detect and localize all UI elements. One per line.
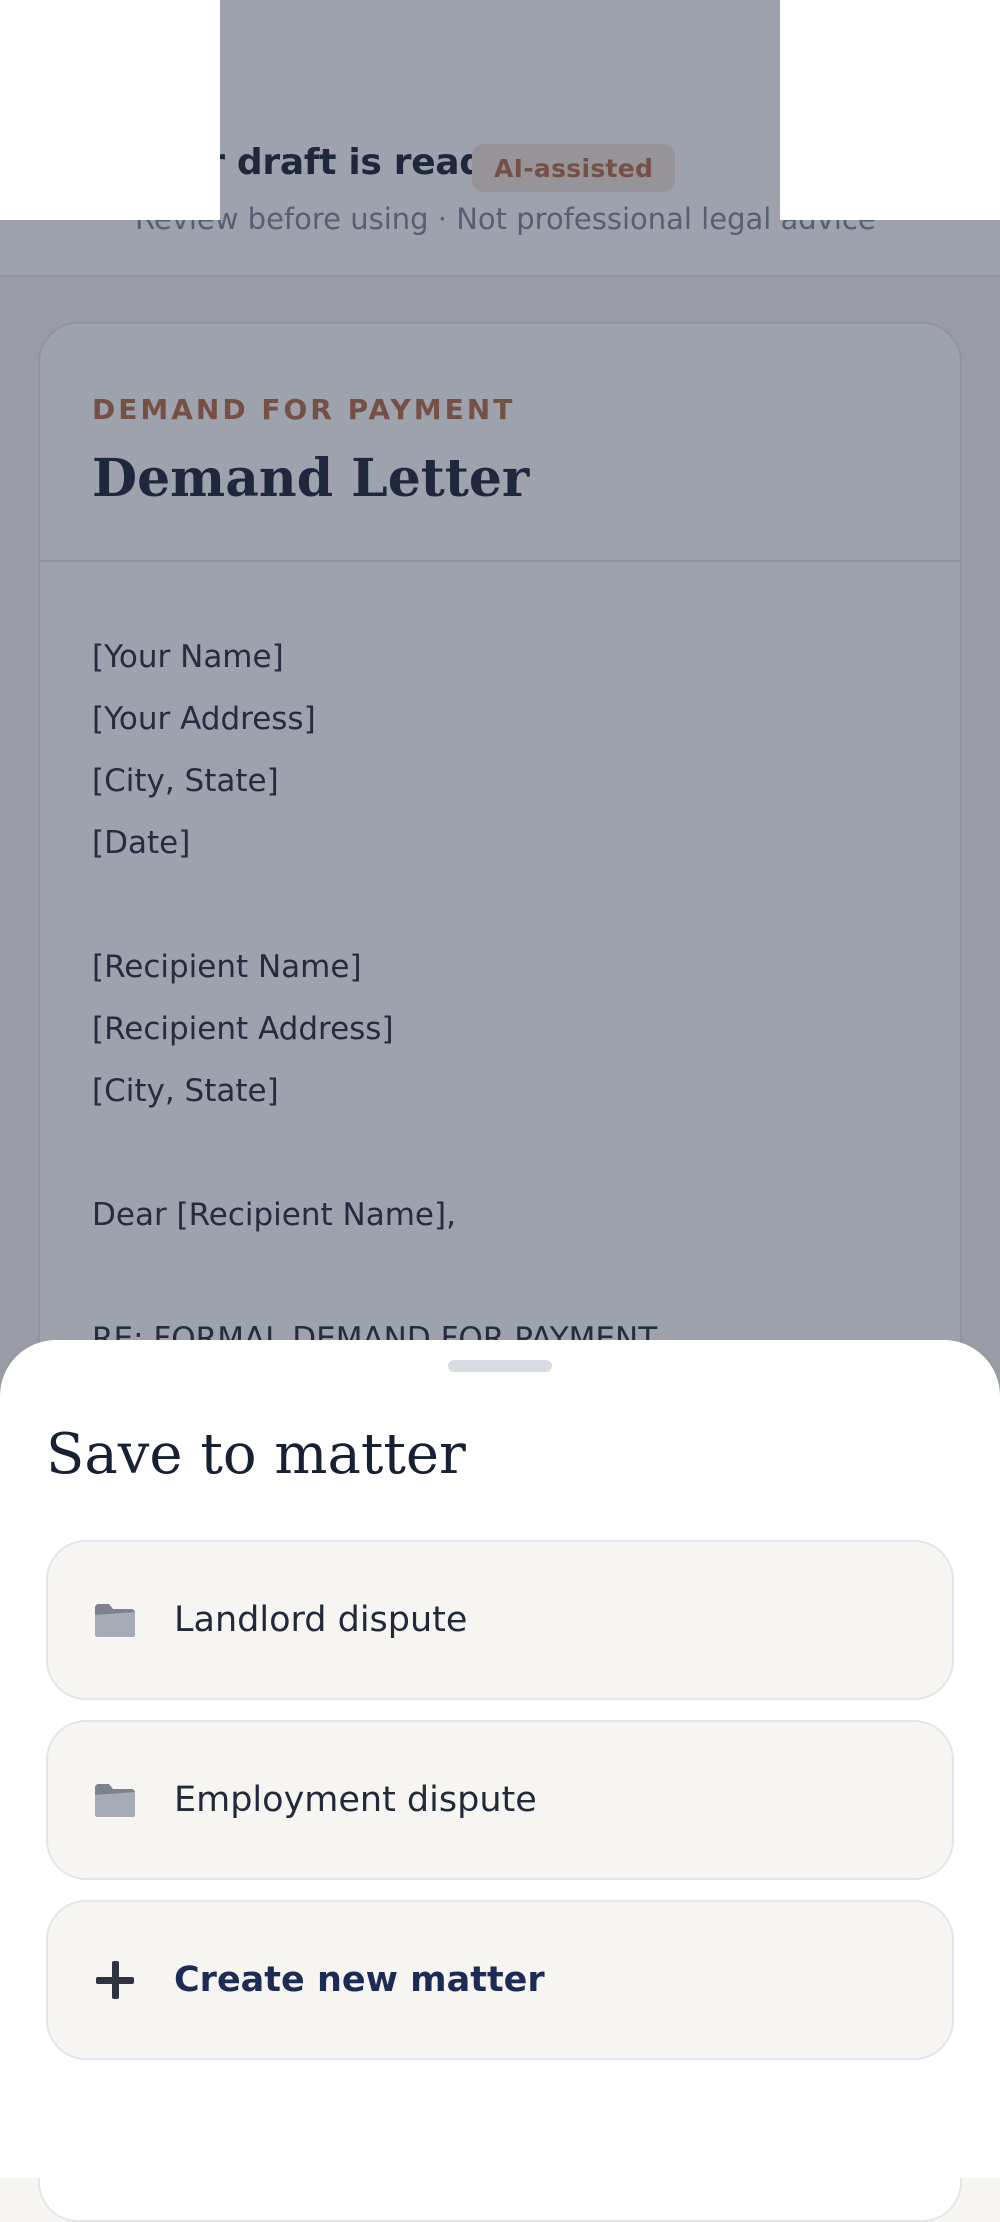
save-to-matter-sheet: Save to matter Landlord dispute Employme… xyxy=(0,1340,1000,2178)
folder-icon xyxy=(92,1780,138,1820)
sheet-title: Save to matter xyxy=(46,1422,466,1487)
matter-option-landlord[interactable]: Landlord dispute xyxy=(46,1540,954,1700)
create-new-matter-button[interactable]: Create new matter xyxy=(46,1900,954,2060)
matter-option-employment[interactable]: Employment dispute xyxy=(46,1720,954,1880)
matter-option-label: Employment dispute xyxy=(174,1780,537,1820)
create-new-matter-label: Create new matter xyxy=(174,1960,545,2000)
folder-icon xyxy=(92,1600,138,1640)
plus-icon xyxy=(92,1957,138,2003)
status-area-right xyxy=(780,0,1000,220)
matter-option-label: Landlord dispute xyxy=(174,1600,468,1640)
status-area-left xyxy=(0,0,220,220)
sheet-drag-handle[interactable] xyxy=(448,1360,552,1372)
